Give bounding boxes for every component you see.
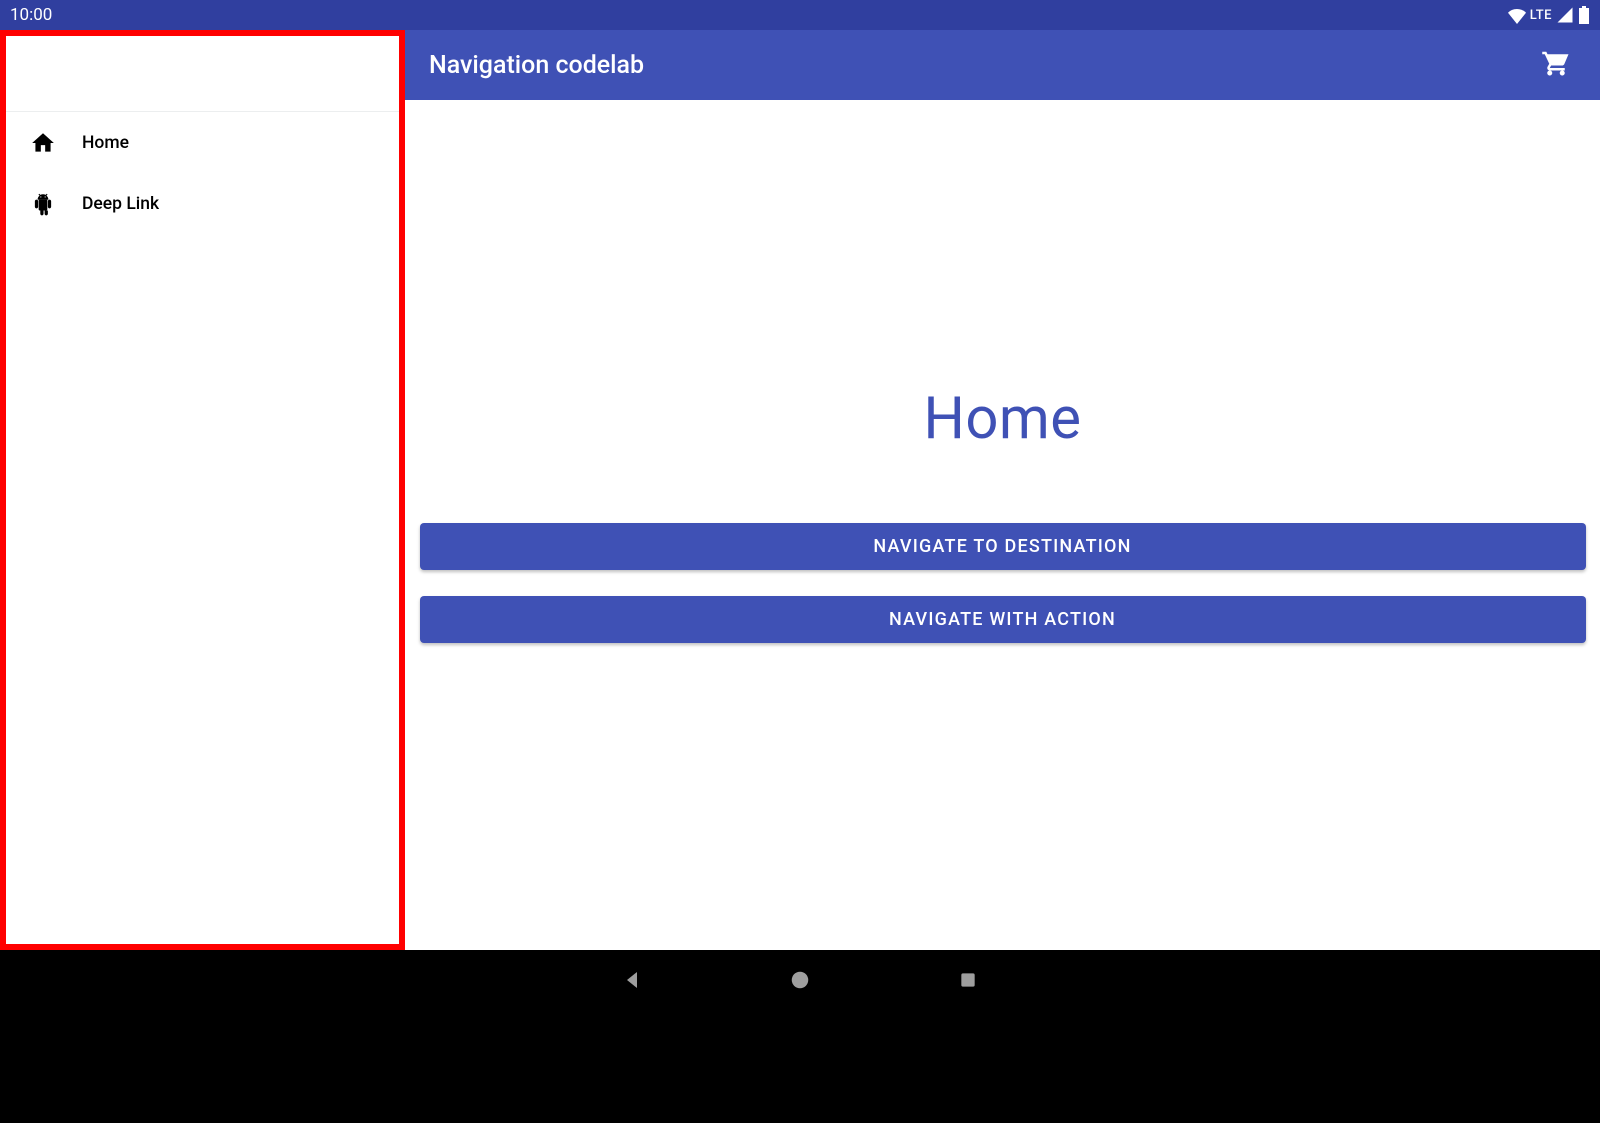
status-time: 10:00	[10, 5, 52, 25]
home-button[interactable]	[786, 966, 814, 994]
network-label: LTE	[1530, 8, 1552, 23]
cart-icon	[1541, 48, 1571, 82]
home-icon	[28, 130, 58, 156]
android-icon	[28, 191, 58, 217]
wifi-icon	[1508, 6, 1526, 24]
drawer-header	[6, 36, 399, 112]
cart-button[interactable]	[1536, 45, 1576, 85]
main-content: Home NAVIGATE TO DESTINATION NAVIGATE WI…	[405, 100, 1600, 950]
letterbox	[0, 1010, 1600, 1123]
status-bar: 10:00 LTE	[0, 0, 1600, 30]
drawer-item-home[interactable]: Home	[6, 112, 399, 173]
drawer-item-deeplink[interactable]: Deep Link	[6, 173, 399, 234]
navigate-action-button[interactable]: NAVIGATE WITH ACTION	[420, 596, 1586, 643]
system-navigation-bar	[0, 950, 1600, 1010]
battery-icon	[1578, 6, 1590, 24]
app-bar: Navigation codelab	[405, 30, 1600, 100]
drawer-item-label: Home	[82, 133, 129, 153]
app-bar-title: Navigation codelab	[429, 51, 1536, 80]
drawer-item-label: Deep Link	[82, 194, 159, 214]
navigate-destination-button[interactable]: NAVIGATE TO DESTINATION	[420, 523, 1586, 570]
signal-icon	[1556, 6, 1574, 24]
recents-button[interactable]	[954, 966, 982, 994]
page-heading: Home	[923, 385, 1081, 453]
back-button[interactable]	[618, 966, 646, 994]
navigation-drawer: Home Deep Link	[0, 30, 405, 950]
